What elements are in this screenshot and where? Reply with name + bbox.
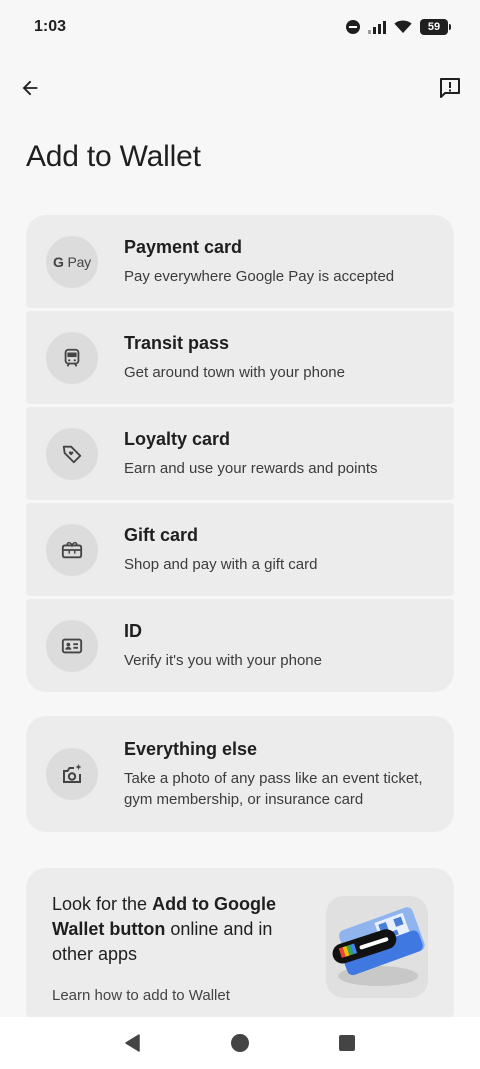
id-card-icon: [46, 619, 98, 672]
heart-tag-icon: [46, 427, 98, 480]
everything-else-option[interactable]: Everything else Take a photo of any pass…: [26, 716, 454, 832]
do-not-disturb-icon: [346, 20, 360, 34]
nav-recents-button[interactable]: [327, 1023, 367, 1063]
feedback-icon: [440, 78, 460, 98]
gift-card-icon: [46, 523, 98, 576]
circle-home-icon: [230, 1034, 249, 1052]
camera-sparkle-icon: [46, 748, 98, 800]
id-option[interactable]: ID Verify it's you with your phone: [26, 599, 454, 692]
option-description: Shop and pay with a gift card: [124, 555, 318, 573]
gift-card-option[interactable]: Gift card Shop and pay with a gift card: [26, 503, 454, 596]
nav-home-button[interactable]: [220, 1023, 260, 1063]
arrow-back-icon: [22, 80, 38, 96]
gpay-icon: G Pay: [46, 235, 98, 288]
option-title: ID: [124, 620, 142, 641]
wifi-icon: [394, 20, 412, 33]
option-description: Verify it's you with your phone: [124, 651, 322, 669]
option-description: Pay everywhere Google Pay is accepted: [124, 267, 395, 285]
status-bar: 1:03 59: [0, 0, 480, 54]
learn-how-link[interactable]: Learn how to add to Wallet: [52, 987, 230, 1004]
option-title: Gift card: [124, 524, 199, 545]
option-title: Payment card: [124, 236, 243, 257]
option-description: Take a photo of any pass like an event t…: [124, 769, 423, 808]
other-option-group: Everything else Take a photo of any pass…: [26, 716, 454, 832]
transit-pass-option[interactable]: Transit pass Get around town with your p…: [26, 311, 454, 404]
option-title: Everything else: [124, 738, 258, 759]
page-title: Add to Wallet: [26, 140, 201, 173]
status-icons: 59: [346, 19, 451, 35]
option-title: Loyalty card: [124, 428, 231, 449]
promo-card: Look for the Add to Google Wallet button…: [26, 868, 454, 1030]
wallet-illustration: [326, 896, 428, 998]
payment-card-option[interactable]: G Pay Payment card Pay everywhere Google…: [26, 215, 454, 308]
top-app-bar: [0, 66, 480, 110]
triangle-back-icon: [125, 1034, 141, 1052]
wallet-option-list: G Pay Payment card Pay everywhere Google…: [26, 215, 454, 692]
back-button[interactable]: [16, 74, 44, 102]
promo-text: Look for the Add to Google Wallet button…: [52, 894, 277, 964]
system-navigation-bar: [0, 1017, 480, 1069]
feedback-button[interactable]: [436, 74, 464, 102]
signal-icon: [368, 20, 386, 34]
battery-icon: 59: [420, 19, 451, 35]
option-description: Get around town with your phone: [124, 363, 345, 381]
square-recents-icon: [338, 1035, 355, 1051]
train-icon: [46, 331, 98, 384]
status-time: 1:03: [34, 18, 67, 35]
nav-back-button[interactable]: [113, 1023, 153, 1063]
option-title: Transit pass: [124, 332, 230, 353]
loyalty-card-option[interactable]: Loyalty card Earn and use your rewards a…: [26, 407, 454, 500]
option-description: Earn and use your rewards and points: [124, 459, 378, 477]
